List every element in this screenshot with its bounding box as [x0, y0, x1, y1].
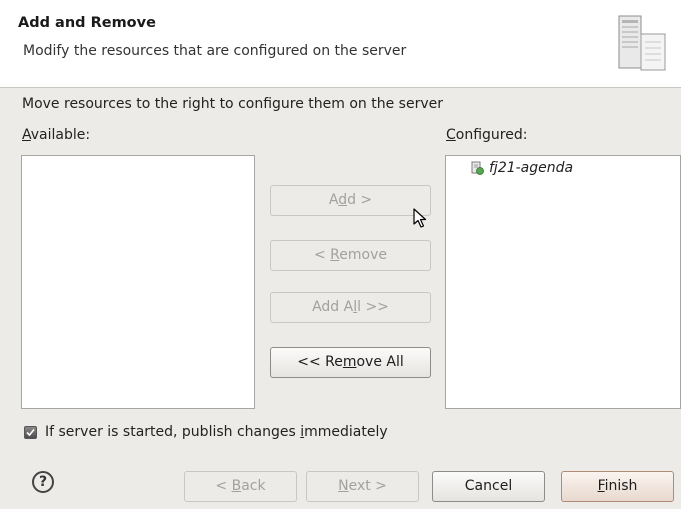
- web-module-icon: [471, 161, 484, 175]
- page-title: Add and Remove: [18, 15, 156, 31]
- mouse-pointer-icon: [413, 208, 429, 234]
- add-button[interactable]: Add >: [270, 185, 431, 216]
- configured-label: Configured:: [446, 127, 528, 143]
- server-banner-icon: [615, 14, 669, 72]
- checkbox-checked-icon[interactable]: [24, 425, 37, 439]
- publish-checkbox-label: If server is started, publish changes im…: [45, 424, 388, 440]
- configured-item-fj21-agenda[interactable]: fj21-agenda: [471, 160, 573, 176]
- remove-all-button[interactable]: << Remove All: [270, 347, 431, 378]
- configured-list[interactable]: [445, 155, 681, 409]
- next-button[interactable]: Next >: [306, 471, 419, 502]
- instructions-text: Move resources to the right to configure…: [22, 96, 443, 112]
- cancel-button[interactable]: Cancel: [432, 471, 545, 502]
- available-label: Available:: [22, 127, 91, 143]
- help-icon[interactable]: ?: [32, 471, 54, 493]
- add-all-button[interactable]: Add All >>: [270, 292, 431, 323]
- finish-button[interactable]: Finish: [561, 471, 674, 502]
- page-description: Modify the resources that are configured…: [23, 43, 407, 59]
- available-list[interactable]: [21, 155, 255, 409]
- configured-item-label: fj21-agenda: [489, 160, 574, 176]
- wizard-header: Add and Remove Modify the resources that…: [0, 0, 681, 87]
- remove-button[interactable]: < Remove: [270, 240, 431, 271]
- back-button[interactable]: < Back: [184, 471, 297, 502]
- publish-immediately-checkbox[interactable]: If server is started, publish changes im…: [24, 424, 388, 440]
